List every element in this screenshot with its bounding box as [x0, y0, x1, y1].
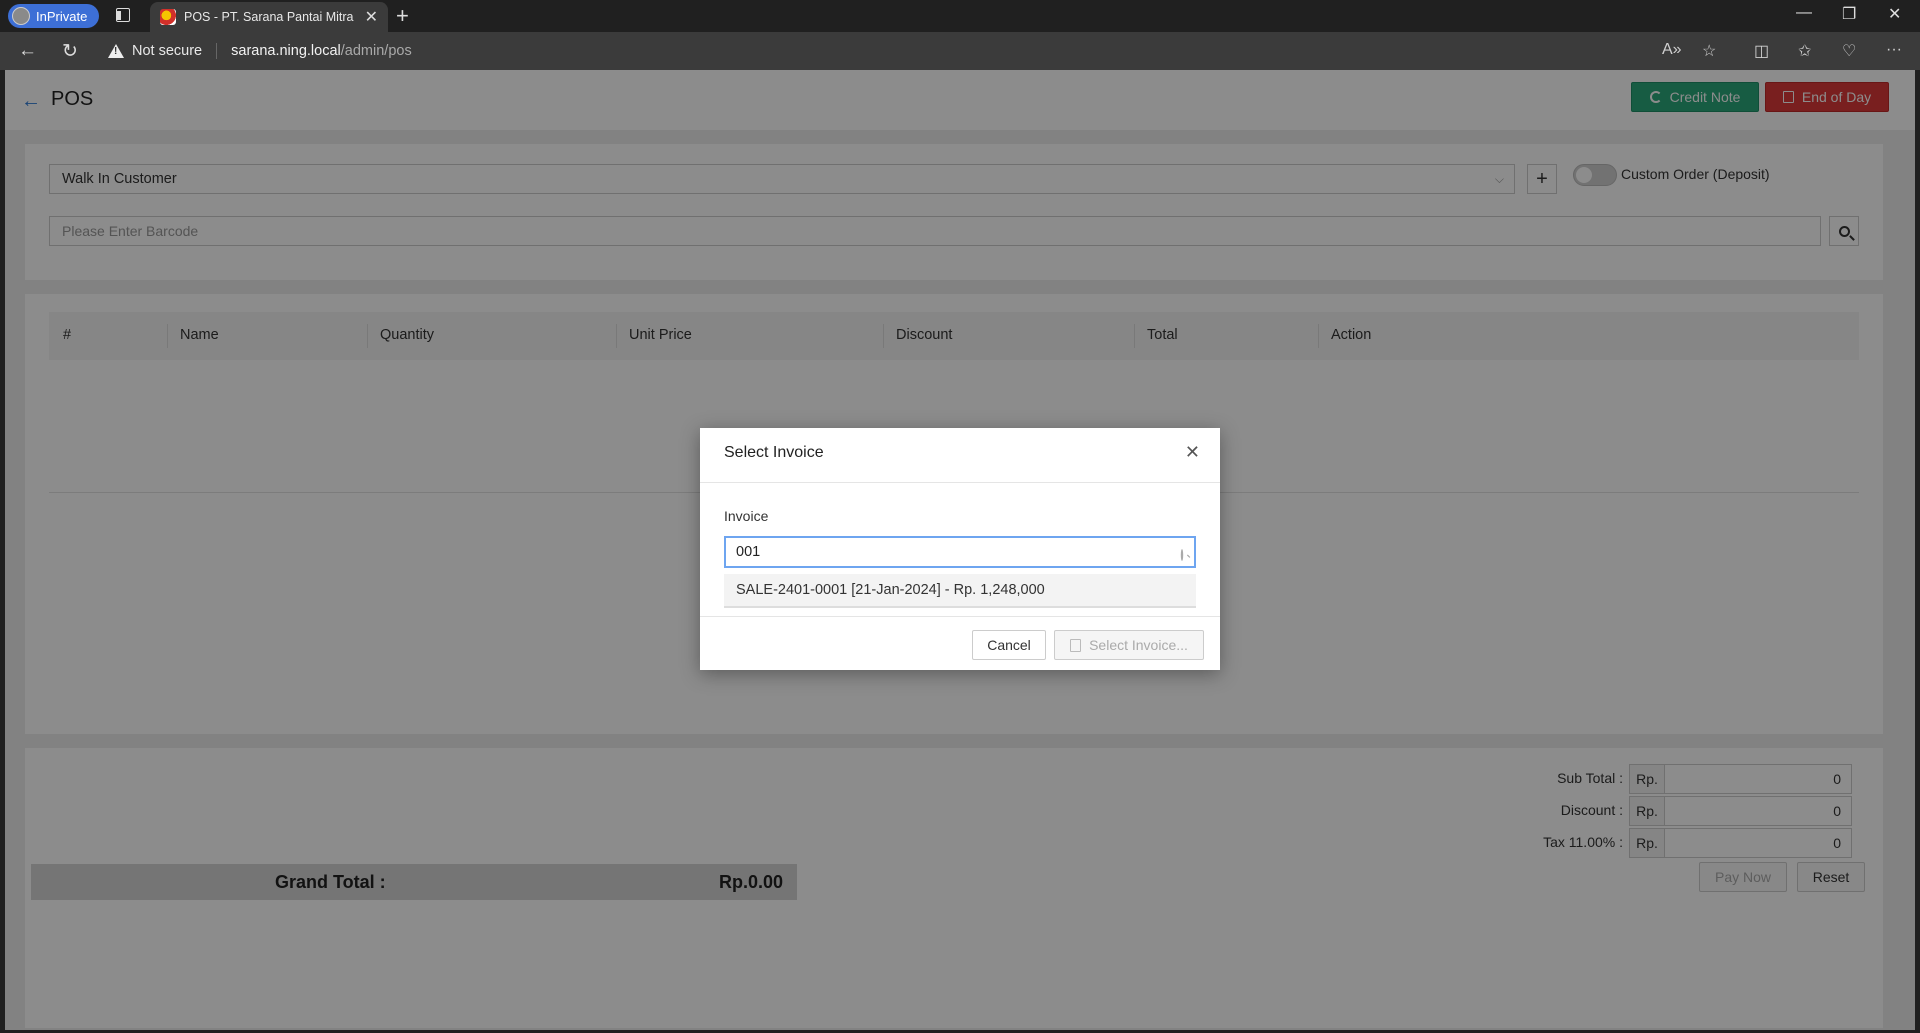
invoice-option[interactable]: SALE-2401-0001 [21-Jan-2024] - Rp. 1,248…: [724, 574, 1196, 608]
search-icon: [1180, 549, 1184, 561]
url-path: /admin/pos: [340, 43, 412, 59]
invoice-field-label: Invoice: [724, 508, 769, 524]
tab-actions-icon[interactable]: [116, 8, 130, 22]
invoice-search-value: 001: [736, 544, 761, 560]
modal-header-divider: [700, 482, 1220, 483]
invoice-search-input[interactable]: 001: [724, 536, 1196, 568]
url-field[interactable]: Not secure sarana.ning.local/admin/pos: [108, 36, 1638, 66]
close-window-icon[interactable]: ✕: [1888, 4, 1901, 24]
split-screen-icon[interactable]: ◫: [1754, 41, 1769, 61]
security-label: Not secure: [132, 43, 203, 59]
select-invoice-label: Select Invoice...: [1089, 637, 1188, 653]
refresh-icon[interactable]: ↻: [62, 40, 78, 63]
favorites-icon[interactable]: ✩: [1798, 41, 1811, 61]
site-favicon-icon: [160, 9, 176, 25]
inprivate-label: InPrivate: [36, 8, 88, 24]
back-icon[interactable]: ←: [18, 40, 37, 62]
browser-tab-bar: InPrivate POS - PT. Sarana Pantai Mitra …: [0, 0, 1920, 32]
profile-avatar-icon: [12, 7, 30, 25]
restore-icon[interactable]: ❐: [1842, 4, 1856, 24]
read-aloud-icon[interactable]: A»: [1662, 41, 1682, 59]
more-menu-icon[interactable]: ···: [1886, 41, 1902, 59]
select-invoice-button[interactable]: Select Invoice...: [1054, 630, 1204, 660]
inprivate-badge[interactable]: InPrivate: [8, 4, 100, 28]
tab-title: POS - PT. Sarana Pantai Mitra Se: [184, 10, 357, 24]
favorite-star-icon[interactable]: ☆: [1702, 41, 1716, 61]
browser-tab-pos[interactable]: POS - PT. Sarana Pantai Mitra Se ✕: [150, 2, 388, 32]
warning-icon: [108, 44, 124, 58]
modal-footer-divider: [700, 616, 1220, 617]
close-icon[interactable]: ✕: [1185, 442, 1200, 463]
browser-essentials-icon[interactable]: ♡: [1842, 41, 1856, 61]
new-tab-icon[interactable]: +: [396, 3, 409, 29]
minimize-icon[interactable]: —: [1796, 4, 1812, 22]
close-tab-icon[interactable]: ✕: [365, 7, 378, 27]
document-icon: [1070, 638, 1082, 652]
select-invoice-modal: Select Invoice ✕ Invoice 001 SALE-2401-0…: [700, 428, 1220, 670]
cancel-button[interactable]: Cancel: [972, 630, 1046, 660]
url-host: sarana.ning.local: [231, 43, 341, 59]
modal-title: Select Invoice: [724, 444, 824, 461]
omnibox-divider: [216, 43, 218, 59]
browser-address-bar: ← ↻ Not secure sarana.ning.local/admin/p…: [0, 32, 1920, 70]
